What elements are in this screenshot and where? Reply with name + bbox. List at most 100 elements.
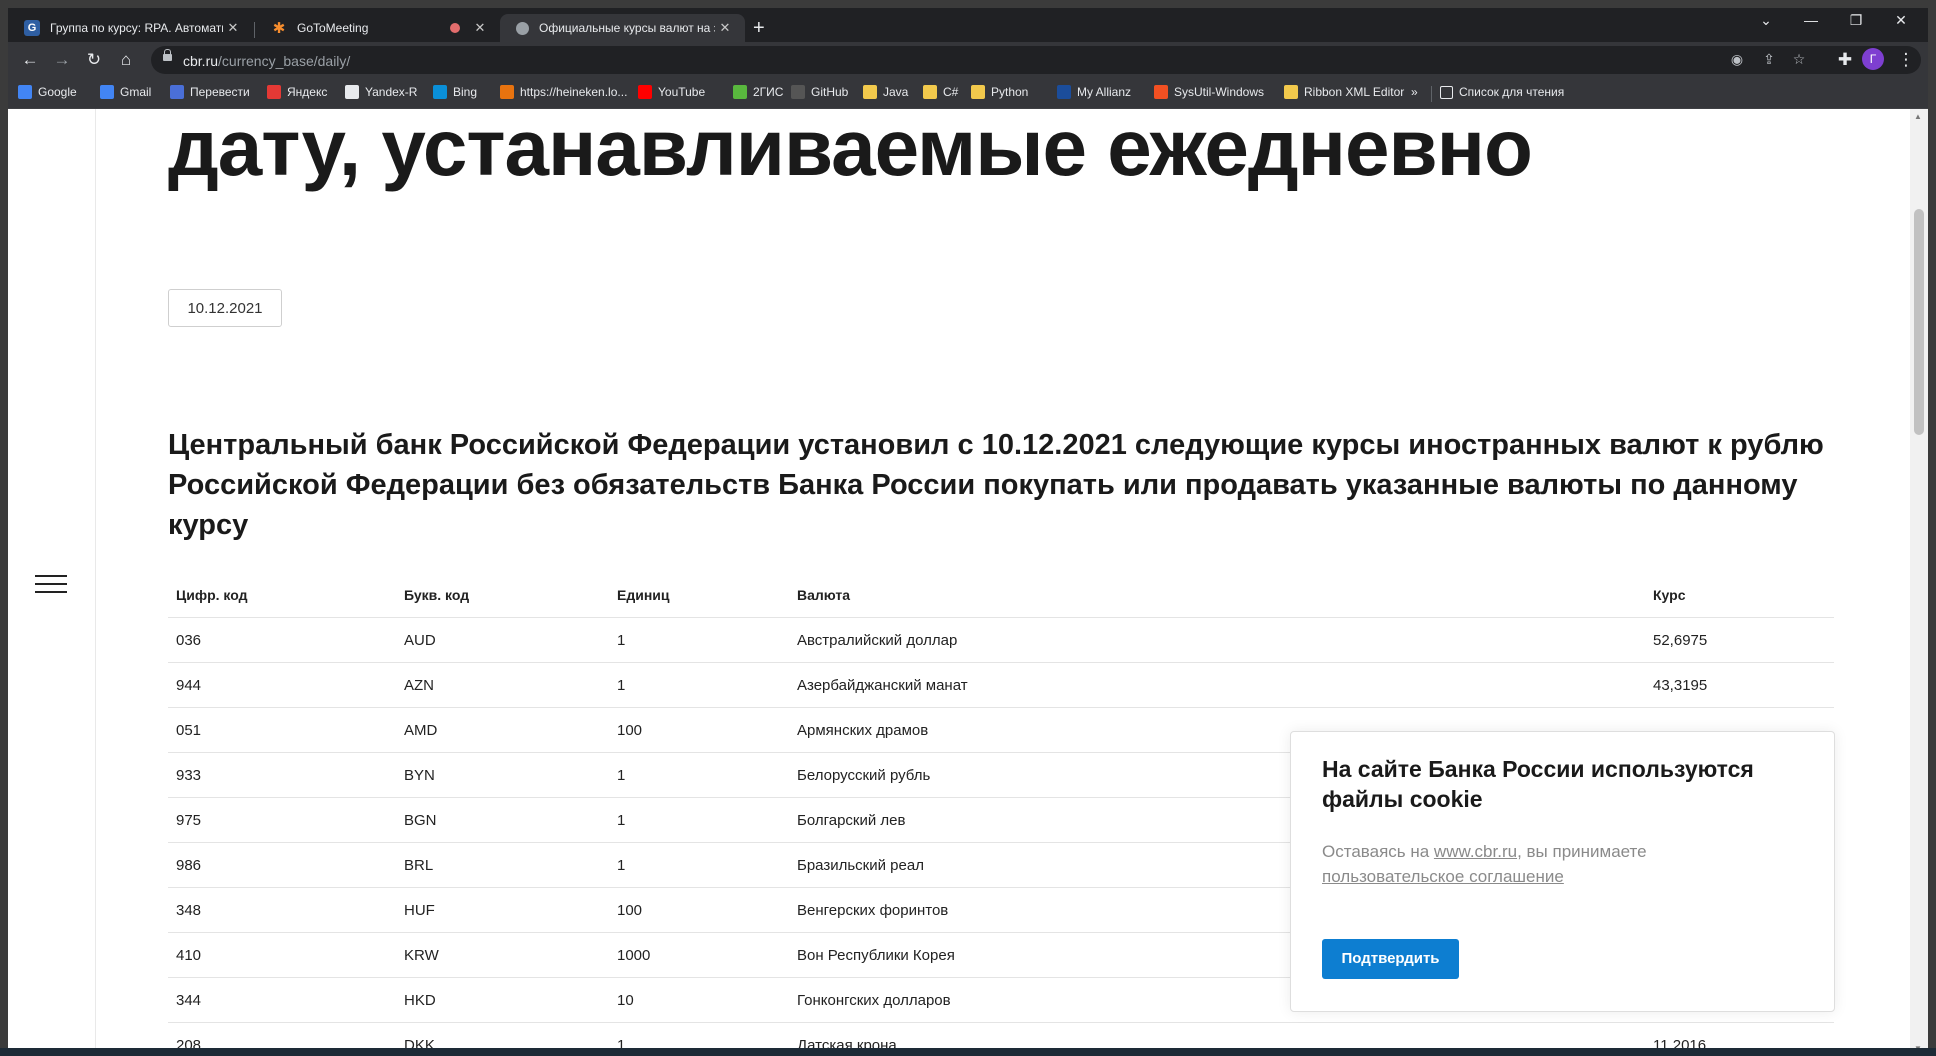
confirm-cookie-button[interactable]: Подтвердить bbox=[1322, 939, 1459, 979]
cookie-consent-dialog: На сайте Банка России используются файлы… bbox=[1290, 731, 1835, 1012]
cell-letter-code: HKD bbox=[396, 977, 609, 1023]
bookmark-label: Google bbox=[38, 85, 77, 99]
new-tab-button[interactable]: + bbox=[753, 18, 765, 38]
close-tab-icon[interactable]: ✕ bbox=[223, 20, 243, 36]
bookmark-favicon-icon bbox=[1154, 85, 1168, 99]
bookmark-item[interactable]: Gmail bbox=[100, 85, 151, 99]
bookmark-item[interactable]: My Allianz bbox=[1057, 85, 1131, 99]
reading-list-button[interactable]: Список для чтения bbox=[1440, 85, 1564, 99]
bookmark-favicon-icon bbox=[1284, 85, 1298, 99]
menu-kebab-icon[interactable]: ⋮ bbox=[1894, 48, 1918, 72]
bookmarks-bar: » Список для чтения Google Gmail Перевести… bbox=[8, 78, 1928, 109]
cell-letter-code: BGN bbox=[396, 797, 609, 843]
cell-numeric-code: 944 bbox=[168, 662, 396, 708]
scrollbar-thumb[interactable] bbox=[1914, 209, 1924, 435]
tab-title: Официальные курсы валют на з bbox=[539, 21, 715, 35]
cell-numeric-code: 051 bbox=[168, 707, 396, 753]
bookmark-favicon-icon bbox=[923, 85, 937, 99]
bookmark-label: Java bbox=[883, 85, 909, 99]
cell-numeric-code: 986 bbox=[168, 842, 396, 888]
tab-search-icon[interactable]: ⌄ bbox=[1751, 12, 1781, 29]
bookmark-item[interactable]: YouTube bbox=[638, 85, 705, 99]
bookmark-item[interactable]: C# bbox=[923, 85, 958, 99]
eye-off-icon[interactable]: ◉ bbox=[1727, 51, 1747, 68]
cell-units: 1 bbox=[609, 662, 789, 708]
url-text: cbr.ru/currency_base/daily/ bbox=[183, 53, 351, 69]
tab-title: GoToMeeting bbox=[297, 21, 369, 35]
column-header-numeric-code: Цифр. код bbox=[168, 573, 396, 618]
restore-button[interactable]: ❐ bbox=[1841, 12, 1871, 29]
cell-letter-code: BRL bbox=[396, 842, 609, 888]
chevron-double-right-icon: » bbox=[1411, 85, 1418, 99]
bookmark-label: Перевести bbox=[190, 85, 250, 99]
back-icon[interactable]: ← bbox=[18, 48, 42, 72]
tab-rpa-course[interactable]: G Группа по курсу: RPA. Автомати ✕ bbox=[8, 14, 253, 42]
table-row: 944 AZN 1 Азербайджанский манат 43,3195 bbox=[168, 662, 1834, 708]
cell-rate: 52,6975 bbox=[1645, 617, 1834, 663]
star-icon[interactable]: ☆ bbox=[1789, 51, 1809, 68]
extensions-icon[interactable]: ✚ bbox=[1833, 48, 1857, 72]
address-bar[interactable]: cbr.ru/currency_base/daily/ ◉ ⇪ ☆ bbox=[151, 46, 1921, 74]
column-header-letter-code: Букв. код bbox=[396, 573, 609, 618]
cell-currency-name: Азербайджанский манат bbox=[789, 662, 1645, 708]
bookmark-favicon-icon bbox=[100, 85, 114, 99]
hamburger-menu-icon[interactable] bbox=[35, 575, 67, 595]
date-picker[interactable]: 10.12.2021 bbox=[168, 289, 282, 327]
tab-gotomeeting[interactable]: ✱ GoToMeeting ✕ bbox=[255, 14, 500, 42]
bookmark-item[interactable]: SysUtil-Windows bbox=[1154, 85, 1264, 99]
page-title: дату, устанавливаемые ежедневно bbox=[168, 109, 1533, 192]
minimize-button[interactable]: — bbox=[1796, 12, 1826, 28]
tab-favicon-icon: ✱ bbox=[272, 20, 286, 37]
bookmark-label: Ribbon XML Editor bbox=[1304, 85, 1405, 99]
scroll-up-icon[interactable]: ▲ bbox=[1914, 112, 1922, 121]
cookie-title: На сайте Банка России используются файлы… bbox=[1322, 756, 1754, 812]
home-icon[interactable]: ⌂ bbox=[114, 48, 138, 72]
cell-units: 1 bbox=[609, 752, 789, 798]
reading-list-icon bbox=[1440, 85, 1453, 99]
user-agreement-link[interactable]: пользовательское соглашение bbox=[1322, 867, 1564, 886]
cell-units: 1 bbox=[609, 617, 789, 663]
cell-units: 10 bbox=[609, 977, 789, 1023]
close-tab-icon[interactable]: ✕ bbox=[470, 20, 490, 36]
browser-toolbar: ← → ↻ ⌂ cbr.ru/currency_base/daily/ ◉ ⇪ … bbox=[8, 42, 1928, 78]
bookmark-item[interactable]: 2ГИС bbox=[733, 85, 783, 99]
cell-numeric-code: 410 bbox=[168, 932, 396, 978]
bookmark-item[interactable]: GitHub bbox=[791, 85, 848, 99]
reload-icon[interactable]: ↻ bbox=[82, 48, 106, 72]
os-taskbar bbox=[0, 1048, 1936, 1056]
share-icon[interactable]: ⇪ bbox=[1759, 51, 1779, 68]
bookmark-label: GitHub bbox=[811, 85, 849, 99]
column-header-rate: Курс bbox=[1645, 573, 1834, 618]
lock-icon bbox=[163, 49, 172, 61]
bookmark-favicon-icon bbox=[433, 85, 447, 99]
bookmark-item[interactable]: Bing bbox=[433, 85, 477, 99]
cbr-eagle-icon bbox=[516, 21, 529, 35]
bookmark-favicon-icon bbox=[733, 85, 747, 99]
tab-strip: G Группа по курсу: RPA. Автомати ✕ ✱ GoT… bbox=[8, 8, 1928, 42]
bookmark-label: C# bbox=[943, 85, 959, 99]
bookmark-item[interactable]: Yandex-R bbox=[345, 85, 417, 99]
cell-units: 100 bbox=[609, 887, 789, 933]
cell-units: 100 bbox=[609, 707, 789, 753]
cell-currency-name: Австралийский доллар bbox=[789, 617, 1645, 663]
bookmark-item[interactable]: Ribbon XML Editor bbox=[1284, 85, 1404, 99]
close-tab-icon[interactable]: ✕ bbox=[715, 20, 735, 36]
forward-icon[interactable]: → bbox=[50, 48, 74, 72]
bookmark-item[interactable]: https://heineken.lo... bbox=[500, 85, 627, 99]
bookmark-item[interactable]: Перевести bbox=[170, 85, 250, 99]
cell-numeric-code: 348 bbox=[168, 887, 396, 933]
bookmark-item[interactable]: Яндекс bbox=[267, 85, 327, 99]
bookmark-item[interactable]: Python bbox=[971, 85, 1028, 99]
bookmark-label: Gmail bbox=[120, 85, 152, 99]
bookmark-item[interactable]: Java bbox=[863, 85, 908, 99]
close-window-button[interactable]: ✕ bbox=[1886, 12, 1916, 29]
more-bookmarks-button[interactable]: » bbox=[1411, 85, 1418, 99]
bookmarks-divider bbox=[1431, 86, 1432, 102]
profile-avatar[interactable]: Г bbox=[1862, 48, 1884, 70]
bookmark-label: Bing bbox=[453, 85, 478, 99]
recording-indicator-icon bbox=[450, 23, 460, 33]
bookmark-item[interactable]: Google bbox=[18, 85, 77, 99]
cbr-site-link[interactable]: www.cbr.ru bbox=[1434, 842, 1517, 861]
page-scrollbar[interactable]: ▲ ▼ bbox=[1910, 109, 1928, 1056]
tab-cbr-rates[interactable]: Официальные курсы валют на з ✕ bbox=[500, 14, 745, 42]
